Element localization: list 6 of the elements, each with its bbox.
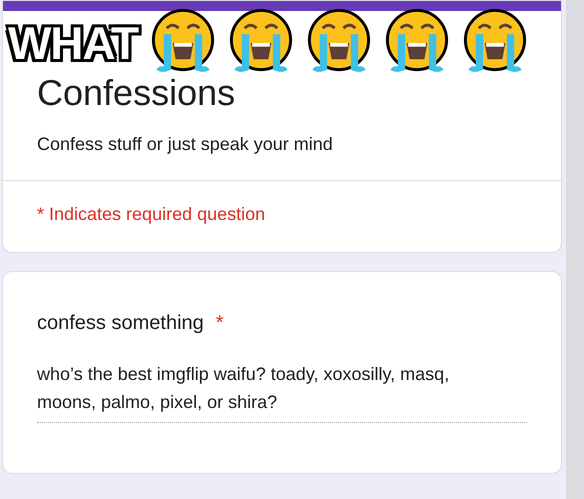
- form-description: Confess stuff or just speak your mind: [37, 133, 334, 156]
- required-asterisk: *: [216, 311, 224, 336]
- answer-field[interactable]: who’s the best imgflip waifu? toady, xoxosilly, masq, moons, palmo, pixel, or shira?: [37, 360, 527, 423]
- question-label: confess something: [37, 311, 204, 336]
- form-title: Confessions: [37, 71, 236, 115]
- required-note: * Indicates required question: [37, 203, 266, 226]
